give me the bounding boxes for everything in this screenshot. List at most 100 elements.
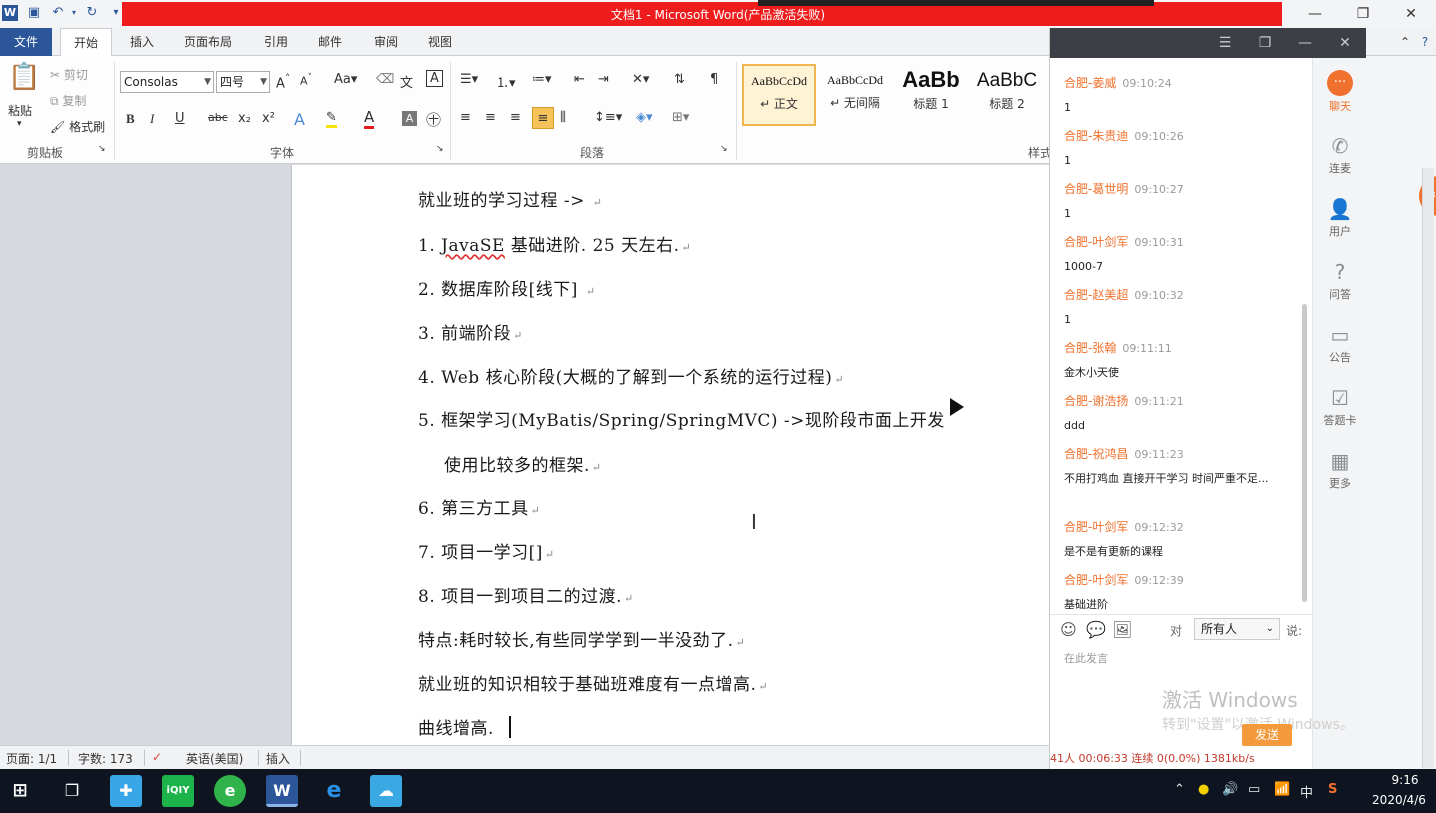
emoji-icon[interactable]: ☺ <box>1060 620 1077 639</box>
menu-icon[interactable]: ☰ <box>1214 33 1236 53</box>
bullets-icon[interactable]: ☰▾ <box>460 72 478 87</box>
side-item-qa[interactable]: ? 问答 <box>1313 260 1367 302</box>
restore-button[interactable]: ❐ <box>1348 4 1378 24</box>
highlight-icon[interactable]: ✎ <box>326 110 337 128</box>
network-icon[interactable]: 📶 <box>1274 782 1290 797</box>
paste-button[interactable]: 粘贴 <box>8 102 32 119</box>
start-windows-icon[interactable]: ⊞ <box>4 775 36 807</box>
side-item-notice[interactable]: ▭ 公告 <box>1313 323 1367 365</box>
proofing-icon[interactable]: ✓ <box>152 750 162 764</box>
show-marks-icon[interactable]: ¶ <box>710 72 718 87</box>
minimize-icon[interactable]: — <box>1294 33 1316 53</box>
shading-icon[interactable]: ◈▾ <box>636 110 653 125</box>
sender-name[interactable]: 合肥-朱贵迪 <box>1064 129 1128 143</box>
tab-references[interactable]: 引用 <box>254 28 298 56</box>
tab-review[interactable]: 审阅 <box>364 28 408 56</box>
sender-name[interactable]: 合肥-葛世明 <box>1064 182 1128 196</box>
chinese-layout-icon[interactable]: ✕▾ <box>632 72 649 87</box>
clock-date[interactable]: 2020/4/6 <box>1366 793 1432 807</box>
text-effects-icon[interactable]: A <box>294 110 305 129</box>
sogou-ime-icon[interactable]: S <box>1328 782 1337 797</box>
comment-icon[interactable]: 💬 <box>1086 620 1106 639</box>
chat-input[interactable]: 在此发言 <box>1064 650 1108 666</box>
task-view-icon[interactable]: ❐ <box>56 775 88 807</box>
font-family-select[interactable]: Consolas ▼ <box>120 71 214 93</box>
side-item-users[interactable]: 👤 用户 <box>1313 197 1367 239</box>
language[interactable]: 英语(美国) <box>186 750 243 767</box>
change-case-icon[interactable]: Aa▾ <box>334 72 357 87</box>
underline-icon[interactable]: U <box>175 111 185 126</box>
italic-icon[interactable]: I <box>150 111 154 127</box>
clear-formatting-icon[interactable]: ⌫ <box>376 72 394 87</box>
multilevel-list-icon[interactable]: ≔▾ <box>532 72 552 87</box>
align-center-icon[interactable]: ≡ <box>485 110 496 125</box>
superscript-icon[interactable]: x² <box>262 111 275 126</box>
strikethrough-icon[interactable]: abc <box>208 111 228 124</box>
tab-file[interactable]: 文件 <box>0 28 52 56</box>
line-spacing-icon[interactable]: ↕≡▾ <box>594 110 622 125</box>
sender-name[interactable]: 合肥-叶剑军 <box>1064 235 1128 249</box>
insert-mode[interactable]: 插入 <box>266 750 290 767</box>
tab-insert[interactable]: 插入 <box>120 28 164 56</box>
minimize-button[interactable]: — <box>1300 4 1330 24</box>
close-icon[interactable]: ✕ <box>1334 33 1356 53</box>
tab-home[interactable]: 开始 <box>60 28 112 56</box>
browser-360-icon[interactable]: e <box>214 775 246 807</box>
sort-icon[interactable]: ⇅ <box>674 72 685 87</box>
sender-name[interactable]: 合肥-叶剑军 <box>1064 573 1128 587</box>
popout-icon[interactable]: ❐ <box>1254 33 1276 53</box>
align-right-icon[interactable]: ≡ <box>510 110 521 125</box>
sender-name[interactable]: 合肥-姜威 <box>1064 76 1116 90</box>
clock-time[interactable]: 9:16 <box>1380 773 1430 787</box>
battery-icon[interactable]: ▭ <box>1248 782 1260 797</box>
distributed-icon[interactable]: ⫼ <box>560 110 566 125</box>
sender-name[interactable]: 合肥-赵美超 <box>1064 288 1128 302</box>
subscript-icon[interactable]: x₂ <box>238 111 251 126</box>
sender-name[interactable]: 合肥-祝鸿昌 <box>1064 447 1128 461</box>
paste-dropdown-icon[interactable]: ▾ <box>17 119 22 129</box>
sender-name[interactable]: 合肥-谢浩扬 <box>1064 394 1128 408</box>
word-count[interactable]: 字数: 173 <box>78 750 133 767</box>
paste-icon[interactable]: 📋 <box>8 62 40 92</box>
clipboard-launcher-icon[interactable]: ↘ <box>98 144 106 154</box>
cloud-app-icon[interactable]: ☁ <box>370 775 402 807</box>
chat-scrollbar[interactable] <box>1302 304 1307 602</box>
iqiyi-icon[interactable]: iQIY <box>162 775 194 807</box>
tab-view[interactable]: 视图 <box>418 28 462 56</box>
side-item-mic[interactable]: ✆ 连麦 <box>1313 134 1367 176</box>
style-heading-1[interactable]: AaBb 标题 1 <box>894 64 968 126</box>
justify-icon[interactable]: ≡ <box>532 107 554 129</box>
align-left-icon[interactable]: ≡ <box>460 110 471 125</box>
style-normal[interactable]: AaBbCcDd ↵ 正文 <box>742 64 816 126</box>
tab-page-layout[interactable]: 页面布局 <box>176 28 240 56</box>
ribbon-collapse-icon[interactable]: ⌃ <box>1396 28 1414 56</box>
chat-messages[interactable]: 合肥-姜威 09:10:24 1 合肥-朱贵迪 09:10:26 1 合肥-葛世明 09:… <box>1050 58 1312 638</box>
decrease-indent-icon[interactable]: ⇤ <box>574 72 585 87</box>
help-icon[interactable]: ? <box>1416 28 1434 56</box>
page-count[interactable]: 页面: 1/1 <box>6 750 57 767</box>
enclose-characters-icon[interactable]: ㊉ <box>426 109 441 130</box>
tab-mailings[interactable]: 邮件 <box>308 28 352 56</box>
word-taskbar-icon[interactable]: W <box>266 775 298 807</box>
side-item-chat[interactable]: ··· 聊天 <box>1313 70 1367 114</box>
copy-button[interactable]: ⧉ 复制 <box>50 92 86 109</box>
image-icon[interactable]: 🖼 <box>1112 620 1132 639</box>
cut-button[interactable]: ✂ 剪切 <box>50 66 88 83</box>
font-size-select[interactable]: 四号 ▼ <box>216 71 270 93</box>
sender-name[interactable]: 合肥-张翰 <box>1064 341 1116 355</box>
volume-icon[interactable]: 🔊 <box>1222 782 1238 797</box>
grow-font-icon[interactable]: A˄ <box>276 72 290 91</box>
paragraph-launcher-icon[interactable]: ↘ <box>720 144 728 154</box>
style-no-spacing[interactable]: AaBbCcDd ↵ 无间隔 <box>818 64 892 126</box>
play-icon[interactable] <box>950 398 964 416</box>
numbering-icon[interactable]: ⒈▾ <box>496 72 516 91</box>
character-border-icon[interactable]: A <box>426 70 443 87</box>
format-painter-button[interactable]: 🖌 格式刷 <box>50 118 105 135</box>
sender-name[interactable]: 合肥-叶剑军 <box>1064 520 1128 534</box>
increase-indent-icon[interactable]: ⇥ <box>598 72 609 87</box>
app-colorful-icon[interactable]: ✚ <box>110 775 142 807</box>
character-shading-icon[interactable]: A <box>402 111 417 126</box>
borders-icon[interactable]: ⊞▾ <box>672 110 689 125</box>
tray-app-icon[interactable]: ● <box>1198 782 1209 797</box>
vertical-scrollbar[interactable] <box>1422 168 1434 768</box>
